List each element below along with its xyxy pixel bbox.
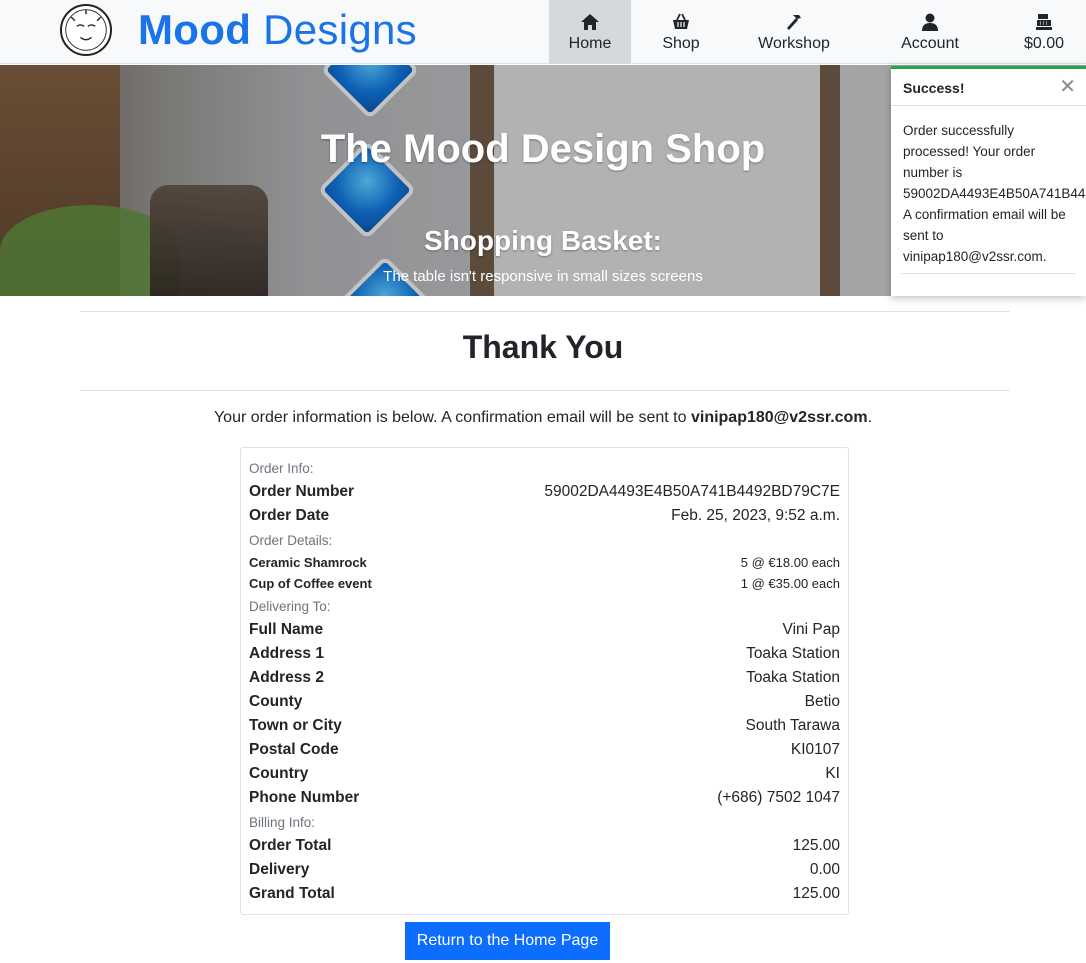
- order-number-row: Order Number 59002DA4493E4B50A741B4492BD…: [249, 483, 840, 501]
- section-order-info: Order Info:: [249, 461, 314, 476]
- billing-label: Order Total: [249, 837, 332, 854]
- billing-label: Grand Total: [249, 885, 335, 902]
- divider-bottom: [80, 390, 1010, 391]
- delivery-value: South Tarawa: [745, 717, 841, 734]
- nav-basket-total-label: $0.00: [1023, 34, 1065, 52]
- billing-value: 125.00: [792, 885, 840, 902]
- item-qty-price: 1 @ €35.00 each: [740, 576, 840, 591]
- section-order-details: Order Details:: [249, 533, 333, 548]
- nav-account[interactable]: Account: [890, 0, 970, 64]
- brand-title[interactable]: Mood Designs: [138, 6, 417, 54]
- divider-top: [80, 311, 1010, 312]
- brand-part2: Designs: [263, 6, 417, 53]
- order-item-row: Cup of Coffee event 1 @ €35.00 each: [249, 576, 840, 591]
- home-icon: [581, 13, 599, 30]
- order-intro: Your order information is below. A confi…: [0, 409, 1086, 427]
- toast-message: Order successfully processed! Your order…: [903, 123, 1036, 180]
- order-number-label: Order Number: [249, 483, 355, 500]
- order-date-value: Feb. 25, 2023, 9:52 a.m.: [671, 507, 840, 524]
- toast-order-number: 59002DA4493E4B50A741B4492BD79C7E.: [903, 186, 1086, 201]
- delivery-label: Postal Code: [249, 741, 339, 758]
- toast-email-note: A confirmation email will be sent to: [903, 207, 1066, 243]
- section-billing-info: Billing Info:: [249, 815, 316, 830]
- item-name: Ceramic Shamrock: [249, 555, 367, 570]
- delivery-value: KI: [825, 765, 840, 782]
- return-home-button[interactable]: Return to the Home Page: [405, 922, 610, 960]
- delivery-value: Vini Pap: [782, 621, 840, 638]
- nav-shop-label: Shop: [662, 34, 700, 52]
- delivery-row: Postal Code KI0107: [249, 741, 840, 759]
- toast-divider: [901, 273, 1076, 274]
- delivery-row: Town or City South Tarawa: [249, 717, 840, 735]
- delivery-label: Address 1: [249, 645, 324, 662]
- billing-row: Order Total 125.00: [249, 837, 840, 855]
- close-icon[interactable]: ✕: [1059, 77, 1076, 97]
- delivery-row: Country KI: [249, 765, 840, 783]
- delivery-value: (+686) 7502 1047: [717, 789, 840, 806]
- nav-home[interactable]: Home: [549, 0, 631, 64]
- billing-value: 0.00: [809, 861, 840, 878]
- delivery-label: Phone Number: [249, 789, 360, 806]
- section-delivering-to: Delivering To:: [249, 599, 331, 614]
- delivery-row: Address 1 Toaka Station: [249, 645, 840, 663]
- billing-value: 125.00: [792, 837, 840, 854]
- nav-workshop-label: Workshop: [758, 34, 830, 52]
- billing-row: Delivery 0.00: [249, 861, 840, 879]
- hammer-icon: [787, 14, 801, 30]
- delivery-row: Address 2 Toaka Station: [249, 669, 840, 687]
- success-toast: Success! ✕ Order successfully processed!…: [891, 66, 1086, 296]
- billing-row: Grand Total 125.00: [249, 885, 840, 903]
- user-icon: [922, 13, 938, 31]
- delivery-label: Town or City: [249, 717, 342, 734]
- order-date-label: Order Date: [249, 507, 330, 524]
- toast-email: vinipap180@v2ssr.com.: [903, 249, 1047, 264]
- intro-text: Your order information is below. A confi…: [213, 409, 687, 426]
- toast-title: Success!: [903, 80, 965, 96]
- nav-account-label: Account: [901, 34, 959, 52]
- delivery-label: County: [249, 693, 303, 710]
- delivery-row: County Betio: [249, 693, 840, 711]
- delivery-value: Betio: [804, 693, 840, 710]
- delivery-label: Full Name: [249, 621, 324, 638]
- order-date-row: Order Date Feb. 25, 2023, 9:52 a.m.: [249, 507, 840, 525]
- toast-body: Order successfully processed! Your order…: [891, 106, 1086, 267]
- order-summary-card: Order Info: Order Number 59002DA4493E4B5…: [240, 447, 849, 915]
- delivery-value: Toaka Station: [746, 645, 840, 662]
- order-item-row: Ceramic Shamrock 5 @ €18.00 each: [249, 555, 840, 570]
- page-title: Thank You: [462, 329, 624, 365]
- nav-basket-total[interactable]: $0.00: [1014, 0, 1074, 64]
- item-qty-price: 5 @ €18.00 each: [740, 555, 840, 570]
- intro-suffix: .: [867, 409, 873, 426]
- delivery-row: Full Name Vini Pap: [249, 621, 840, 639]
- delivery-row: Phone Number (+686) 7502 1047: [249, 789, 840, 807]
- delivery-value: Toaka Station: [746, 669, 840, 686]
- delivery-label: Country: [249, 765, 309, 782]
- nav-workshop[interactable]: Workshop: [748, 0, 840, 64]
- order-number-value: 59002DA4493E4B50A741B4492BD79C7E: [544, 483, 840, 500]
- delivery-value: KI0107: [790, 741, 840, 758]
- delivery-label: Address 2: [249, 669, 324, 686]
- nav-home-label: Home: [568, 34, 612, 52]
- item-name: Cup of Coffee event: [249, 576, 372, 591]
- nav-shop[interactable]: Shop: [640, 0, 722, 64]
- logo-icon[interactable]: [60, 4, 112, 56]
- intro-email: vinipap180@v2ssr.com: [690, 409, 868, 426]
- basket-icon: [673, 13, 689, 29]
- brand-part1: Mood: [138, 6, 252, 53]
- billing-label: Delivery: [249, 861, 310, 878]
- cash-register-icon: [1036, 13, 1052, 30]
- top-navbar: Mood Designs Home Shop Workshop Account …: [0, 0, 1086, 64]
- toast-header: Success! ✕: [891, 69, 1086, 106]
